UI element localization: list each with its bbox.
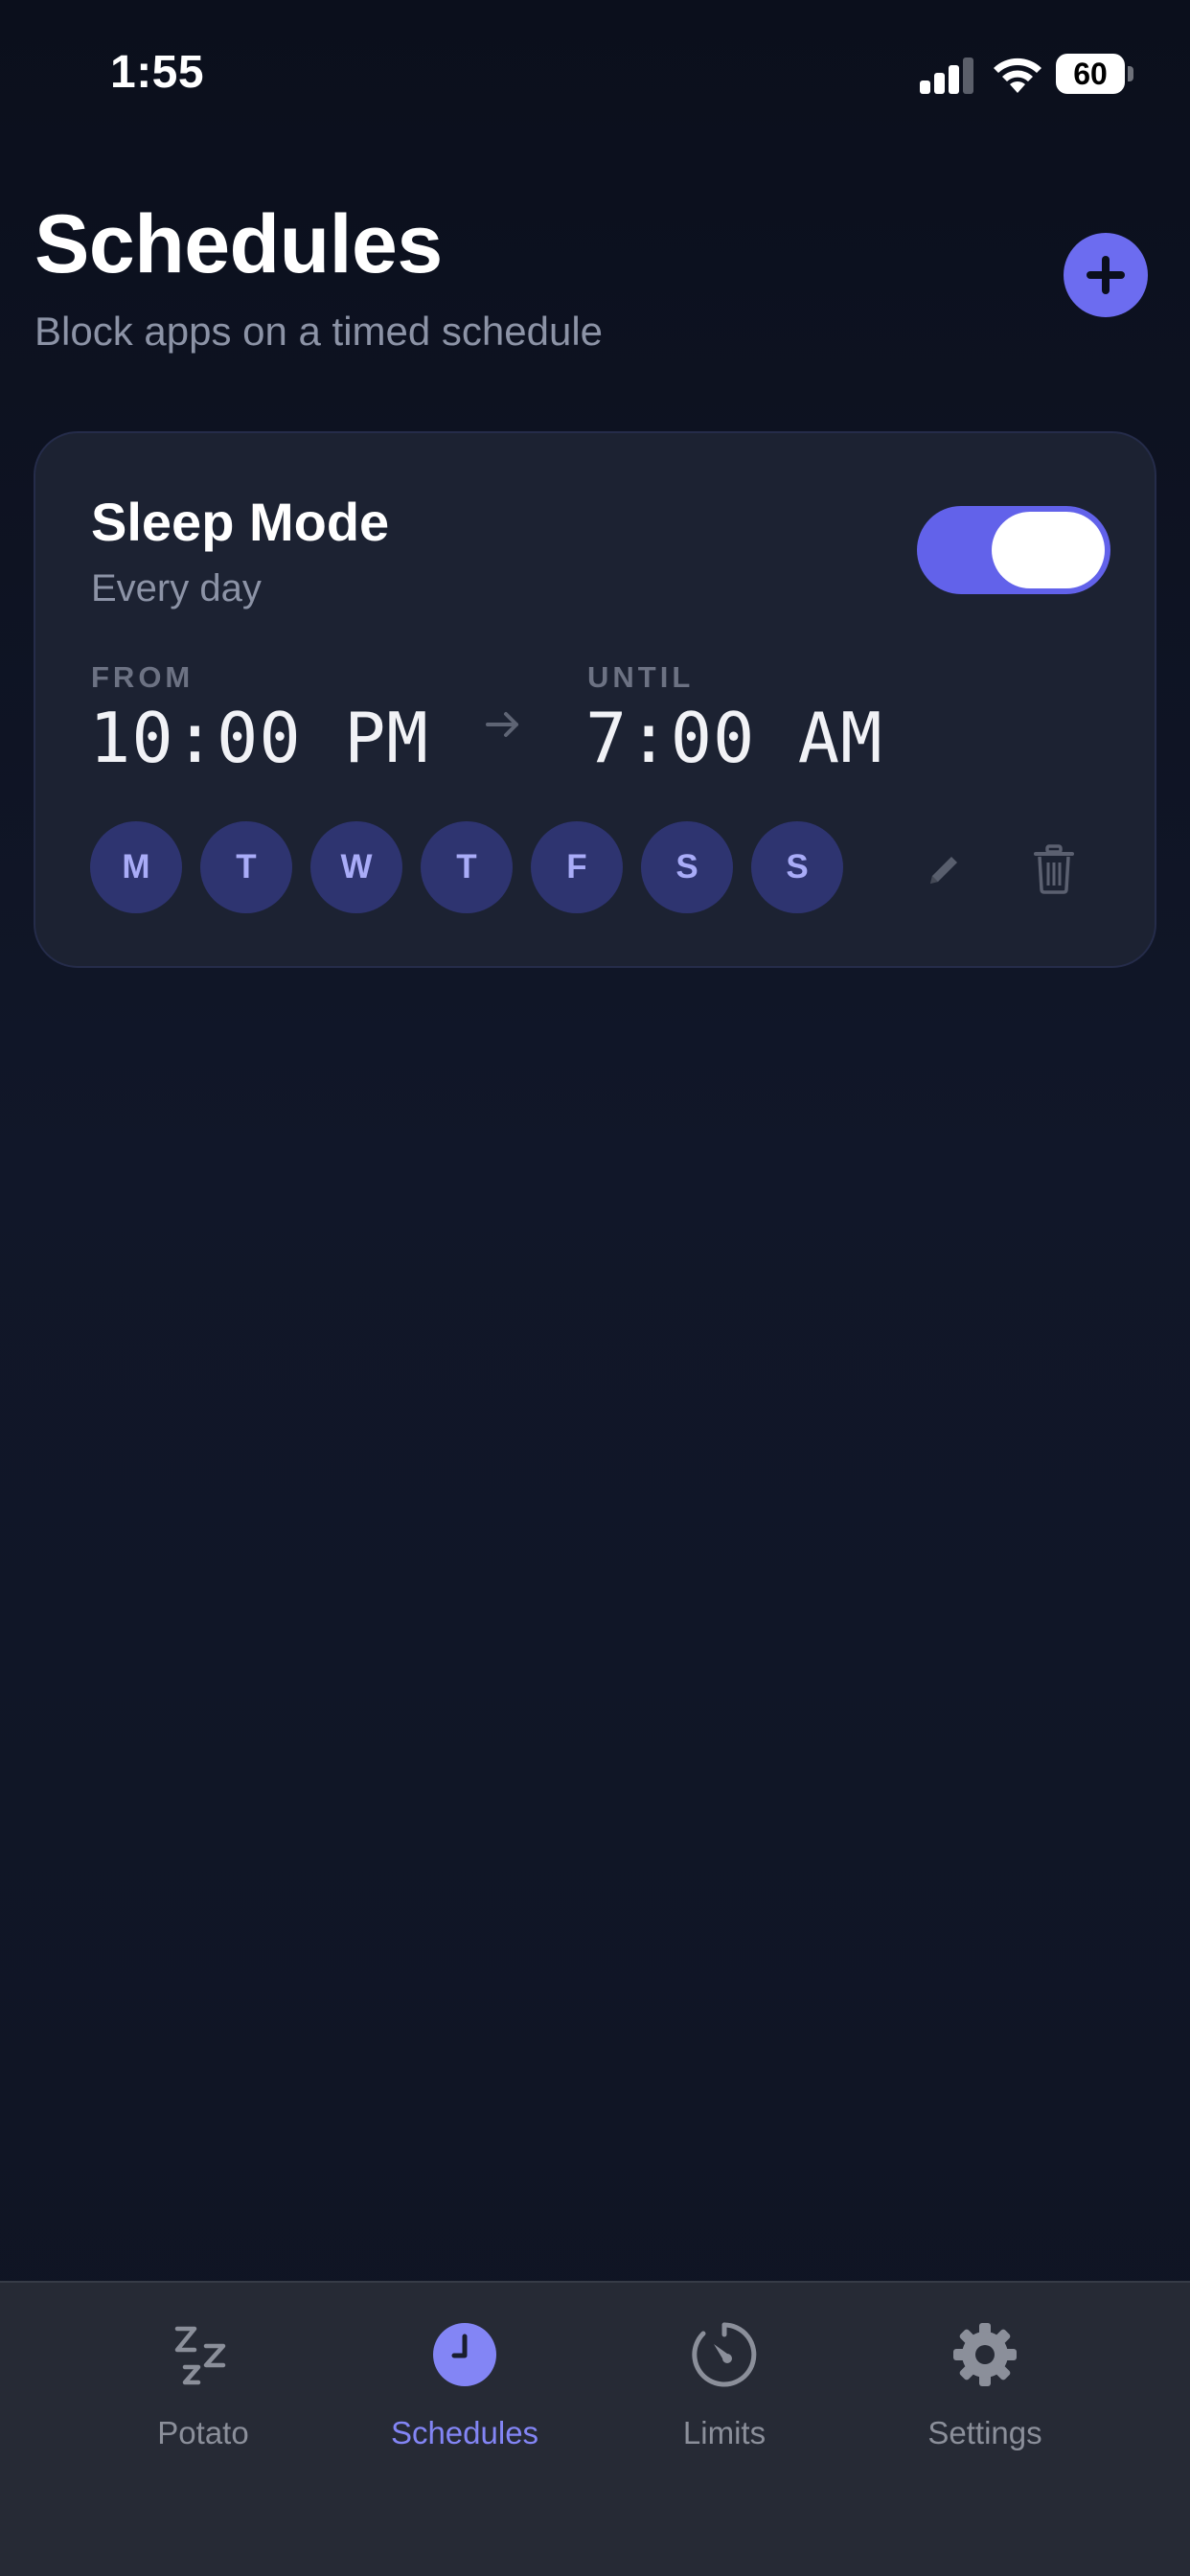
tab-label: Schedules (390, 2415, 539, 2450)
schedule-enabled-toggle[interactable] (917, 506, 1110, 594)
tab-label: Settings (927, 2415, 1042, 2450)
tab-potato[interactable]: Potato (93, 2321, 313, 2465)
schedule-frequency: Every day (91, 567, 262, 610)
page-subtitle: Block apps on a timed schedule (34, 309, 604, 354)
until-label: UNTIL (587, 660, 695, 694)
timer-icon (692, 2322, 757, 2387)
battery-level: 60 (1073, 57, 1108, 91)
tab-settings[interactable]: Settings (875, 2321, 1095, 2465)
trash-icon[interactable] (1032, 843, 1076, 895)
from-label: FROM (91, 660, 195, 694)
tab-bar: Potato Schedules Limits Settings (0, 2281, 1190, 2576)
from-time[interactable]: 10:00 PM (89, 698, 429, 778)
cellular-signal-icon (920, 56, 977, 94)
schedule-card[interactable]: Sleep Mode Every day FROM 10:00 PM UNTIL… (34, 431, 1156, 968)
clock-icon (433, 2323, 496, 2386)
status-bar: 1:55 60 (0, 0, 1190, 153)
add-schedule-button[interactable] (1064, 233, 1148, 317)
day-chip-sunday[interactable]: S (751, 821, 843, 913)
tab-limits[interactable]: Limits (614, 2321, 835, 2465)
day-chip-wednesday[interactable]: W (310, 821, 402, 913)
zzz-icon (174, 2326, 226, 2385)
status-time: 1:55 (110, 47, 205, 98)
tab-schedules[interactable]: Schedules (355, 2321, 575, 2465)
page-title: Schedules (34, 198, 443, 290)
tab-label: Limits (682, 2415, 767, 2450)
until-time[interactable]: 7:00 AM (585, 698, 882, 778)
day-chip-friday[interactable]: F (531, 821, 623, 913)
tab-label: Potato (157, 2415, 249, 2450)
wifi-icon (994, 58, 1041, 93)
day-chip-monday[interactable]: M (90, 821, 182, 913)
gear-icon (953, 2323, 1017, 2386)
day-chip-thursday[interactable]: T (421, 821, 513, 913)
day-chip-tuesday[interactable]: T (200, 821, 292, 913)
arrow-right-icon (486, 712, 518, 737)
plus-icon (1087, 256, 1125, 294)
toggle-knob (992, 512, 1105, 588)
schedule-name: Sleep Mode (91, 492, 390, 552)
pencil-icon[interactable] (923, 849, 965, 891)
battery-icon: 60 (1056, 54, 1133, 96)
day-chip-saturday[interactable]: S (641, 821, 733, 913)
